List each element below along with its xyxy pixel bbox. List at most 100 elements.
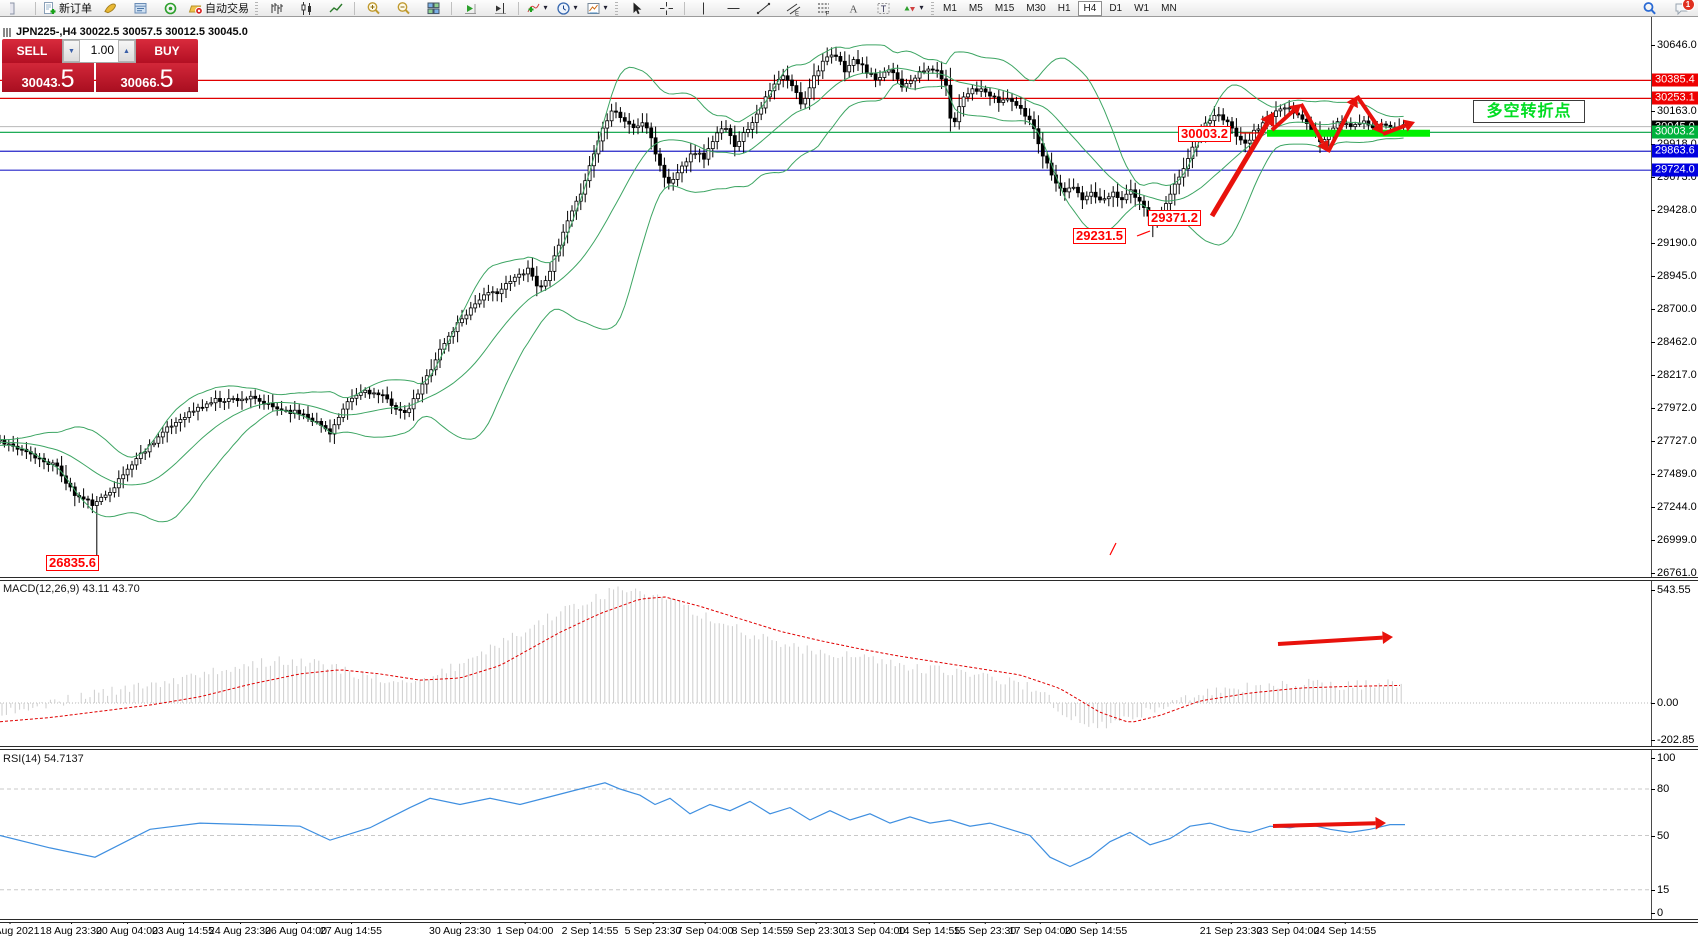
price-axis-badge: 30003.2 [1652,126,1698,139]
bar-chart-icon [269,1,284,16]
timeframe-button-h1[interactable]: H1 [1053,1,1076,16]
toolbar-button-fibonacci[interactable]: F [809,1,837,16]
rsi-axis-tick: 0 [1657,907,1663,919]
chart-canvas[interactable] [0,17,1698,937]
trendline-icon [756,1,771,16]
fibonacci-icon: F [816,1,831,16]
toolbar-button-market-watch[interactable] [126,1,154,16]
timeframe-button-d1[interactable]: D1 [1104,1,1127,16]
toolbar-button-autotrade[interactable]: 自动交易 [186,1,251,16]
toolbar-button-new-order[interactable]: 新订单 [40,1,94,16]
toolbar-button-bar-chart[interactable] [262,1,290,16]
sell-button[interactable]: SELL [2,39,62,63]
toolbar-separator [35,2,36,15]
annotation-price-label[interactable]: 29231.5 [1073,228,1126,244]
toolbar-button-periods[interactable]: ▾ [553,1,581,16]
timeframe-button-m1[interactable]: M1 [938,1,962,16]
template-icon [586,1,601,16]
price-axis-badge: 29863.6 [1652,145,1698,158]
time-axis-label: 24 Aug 23:30 [209,925,271,937]
toolbar-label: 自动交易 [205,0,249,16]
toolbar-button-text-label[interactable]: T [869,1,897,16]
toolbar-button-search[interactable] [1635,1,1663,16]
buy-price-main: 30066 [120,75,156,90]
candle-chart-icon [299,1,314,16]
crosshair-icon [659,1,674,16]
text-label-icon: T [876,1,891,16]
toolbar-separator [518,2,519,15]
main-toolbar: 新订单自动交易▾▾▾EFAT▾M1M5M15M30H1H4D1W1MN1 [0,0,1698,17]
turning-point-note[interactable]: 多空转折点 [1473,100,1585,123]
annotation-price-label[interactable]: 30003.2 [1178,126,1231,142]
time-axis-label: 13 Sep 04:00 [843,925,905,937]
timeframe-button-w1[interactable]: W1 [1129,1,1154,16]
toolbar-button-hline[interactable] [719,1,747,16]
toolbar-button-template[interactable]: ▾ [583,1,611,16]
search-icon [1642,1,1657,16]
toolbar-button-chart-shift[interactable] [486,1,514,16]
hline-icon [726,1,741,16]
toolbar-button-auto-scroll[interactable] [456,1,484,16]
toolbar-button-line-chart[interactable] [322,1,350,16]
chevron-down-icon: ▾ [919,4,923,12]
toolbar-button-candle-chart[interactable] [292,1,320,16]
symbol-title-text: JPN225-,H4 30022.5 30057.5 30012.5 30045… [16,26,248,38]
pane-separator-macd[interactable] [0,577,1698,581]
toolbar-button-cursor[interactable] [622,1,650,16]
annotation-price-label[interactable]: 26835.6 [46,555,99,571]
sell-price[interactable]: 30043.5 [2,63,94,92]
toolbar-button-tile-windows[interactable] [419,1,447,16]
timeframe-button-m15[interactable]: M15 [990,1,1019,16]
toolbar-button-chat[interactable]: 1 [1667,1,1695,16]
toolbar-button-signal[interactable] [156,1,184,16]
timeframe-button-mn[interactable]: MN [1156,1,1182,16]
pane-separator-rsi[interactable] [0,746,1698,750]
price-axis-badge: 30253.1 [1652,92,1698,105]
buy-price[interactable]: 30066.5 [96,63,198,92]
timeframe-button-m30[interactable]: M30 [1021,1,1050,16]
toolbar-grip [255,2,258,15]
toolbar-button-crosshair[interactable] [652,1,680,16]
toolbar-button-clipped-chart[interactable] [3,1,31,16]
toolbar-button-vline[interactable] [689,1,717,16]
timeframe-button-h4[interactable]: H4 [1078,1,1103,16]
time-axis-label: 20 Sep 14:55 [1065,925,1127,937]
toolbar-button-profile[interactable] [96,1,124,16]
time-axis-label: 7 Sep 04:00 [677,925,734,937]
toolbar-button-text[interactable]: A [839,1,867,16]
periods-icon [556,1,571,16]
toolbar-button-zoom-out[interactable] [389,1,417,16]
toolbar-button-trendline[interactable] [749,1,777,16]
toolbar-button-indicators[interactable]: ▾ [523,1,551,16]
volume-increase-button[interactable]: ▲ [118,40,135,62]
toolbar-button-channel[interactable]: E [779,1,807,16]
chevron-down-icon: ▾ [603,4,607,12]
symbol-title: JPN225-,H4 30022.5 30057.5 30012.5 30045… [3,26,248,38]
macd-axis-tick: -202.85 [1657,734,1694,746]
time-axis-label: 17 Aug 2021 [0,925,39,937]
text-icon: A [846,1,861,16]
line-chart-icon [329,1,344,16]
price-axis-tick: 29190.0 [1657,237,1697,249]
time-axis-label: 23 Sep 04:00 [1257,925,1319,937]
macd-axis-tick: 0.00 [1657,697,1678,709]
volume-decrease-button[interactable]: ▼ [63,40,80,62]
svg-text:E: E [795,11,799,16]
toolbar-button-zoom-in[interactable] [359,1,387,16]
pane-separator-bottom[interactable] [0,919,1698,923]
shapes-icon [902,1,917,16]
toolbar-button-shapes[interactable]: ▾ [899,1,927,16]
time-axis-label: 2 Sep 14:55 [562,925,619,937]
annotation-price-label[interactable]: 29371.2 [1148,210,1201,226]
timeframe-button-m5[interactable]: M5 [964,1,988,16]
price-axis-tick: 30646.0 [1657,39,1697,51]
volume-input[interactable]: 1.00 [80,40,118,62]
sell-price-frac: 5 [61,69,75,90]
price-axis-tick: 30163.0 [1657,105,1697,117]
price-axis-tick: 27727.0 [1657,435,1697,447]
market-watch-icon [133,1,148,16]
price-axis-tick: 29428.0 [1657,204,1697,216]
buy-button[interactable]: BUY [136,39,198,63]
clipped-chart-icon [10,1,25,16]
chart-window[interactable]: JPN225-,H4 30022.5 30057.5 30012.5 30045… [0,17,1698,937]
